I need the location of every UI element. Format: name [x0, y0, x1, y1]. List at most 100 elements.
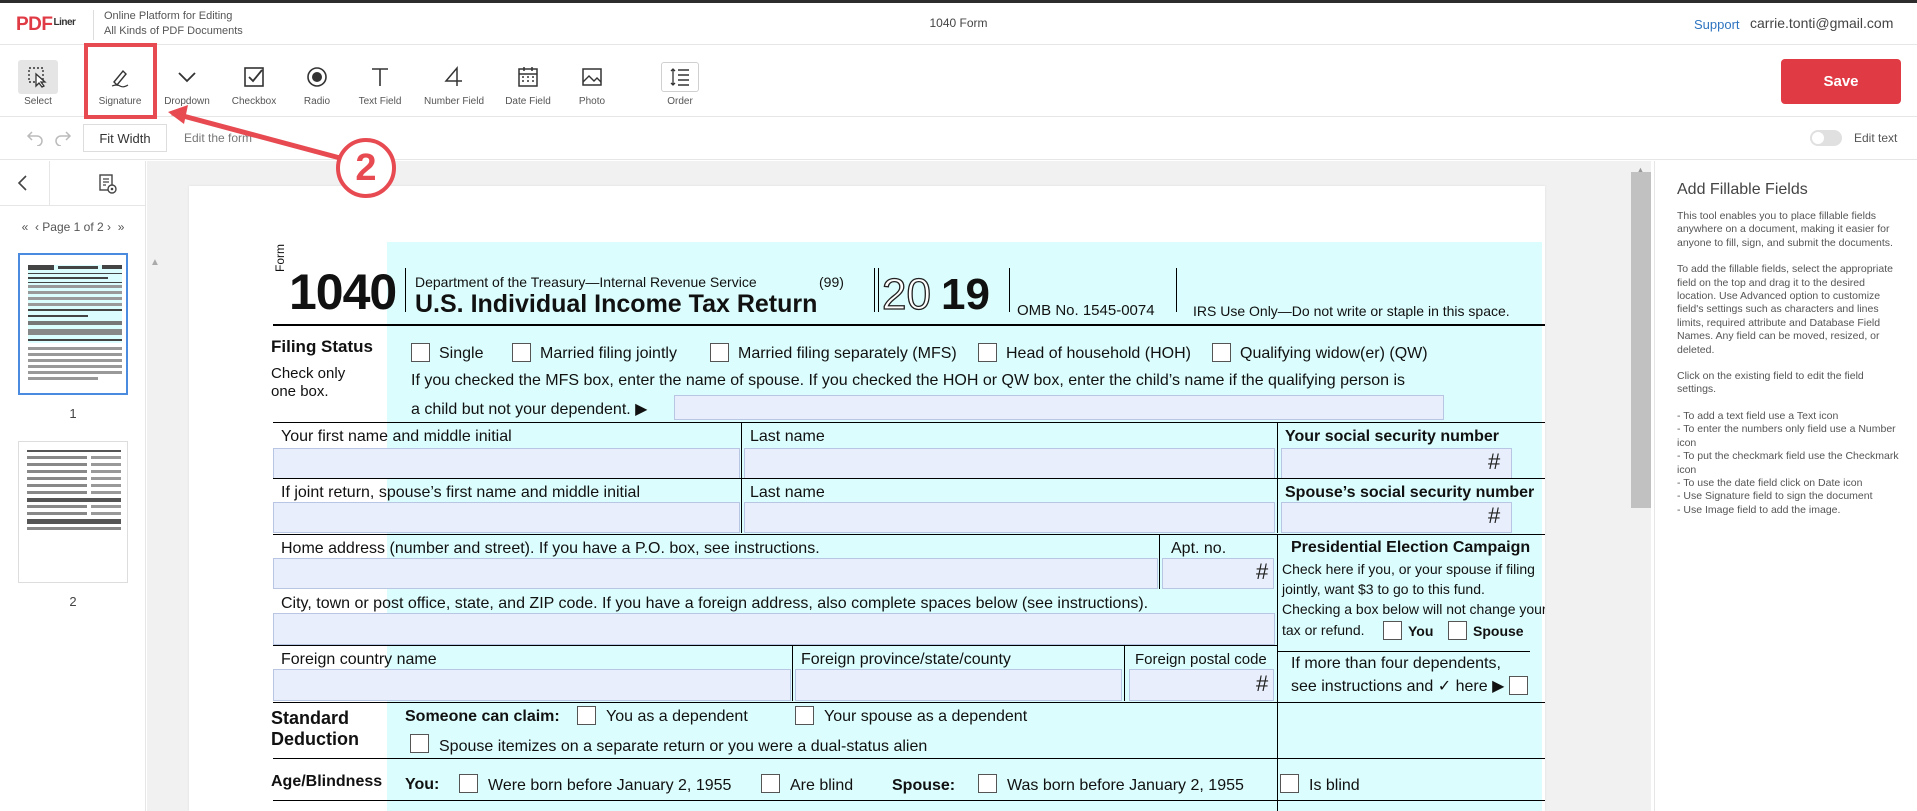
rule: [273, 324, 1545, 326]
checkbox-pec-you[interactable]: [1383, 621, 1402, 640]
more-dependents-2: see instructions and ✓ here ▶: [1291, 678, 1505, 695]
fs-single: Single: [439, 345, 484, 362]
pec-you-label: You: [1408, 623, 1434, 639]
pec-title: Presidential Election Campaign: [1291, 539, 1531, 556]
foreign-postal-field[interactable]: [1129, 669, 1274, 701]
checkbox-single[interactable]: [411, 343, 430, 362]
help-tip: - To enter the numbers only field use a …: [1677, 423, 1896, 449]
page-sidebar: « ‹ Page 1 of 2 › » 1 2: [0, 161, 146, 811]
checkbox-spouse-blind[interactable]: [1280, 774, 1299, 793]
apt-label: Apt. no.: [1171, 540, 1227, 557]
page-thumbnail-1[interactable]: [18, 253, 128, 395]
age-blindness-label: Age/Blindness: [271, 773, 383, 790]
divider: [1277, 534, 1278, 811]
calendar-icon: [508, 60, 548, 94]
undo-icon[interactable]: [26, 130, 44, 151]
born-before-label: Were born before January 2, 1955: [488, 777, 732, 794]
redo-icon[interactable]: [54, 130, 72, 151]
tool-select-label: Select: [24, 96, 52, 107]
city-field[interactable]: [273, 613, 1275, 645]
help-tip: - Use Signature field to sign the docume…: [1677, 490, 1873, 503]
checkbox-pec-spouse[interactable]: [1448, 621, 1467, 640]
irs-use-only: IRS Use Only—Do not write or staple in t…: [1193, 303, 1510, 319]
help-panel-title: Add Fillable Fields: [1677, 181, 1808, 198]
tool-photo-label: Photo: [578, 96, 606, 107]
ssn-field[interactable]: [1281, 448, 1512, 479]
first-page-icon[interactable]: «: [22, 220, 29, 234]
tool-text-field[interactable]: Text Field: [348, 60, 412, 107]
checkbox-mfj[interactable]: [512, 343, 531, 362]
pec-line2: jointly, want $3 to go to this fund.: [1282, 581, 1485, 597]
spouse-born-label: Was born before January 2, 1955: [1007, 777, 1244, 794]
page-settings-icon[interactable]: [96, 173, 118, 200]
tool-date-field-label: Date Field: [505, 96, 551, 107]
first-name-field[interactable]: [273, 448, 740, 479]
last-page-icon[interactable]: »: [118, 220, 125, 234]
last-name-label: Last name: [750, 428, 825, 445]
user-email[interactable]: carrie.tonti@gmail.com: [1750, 15, 1893, 31]
divider: [1159, 534, 1160, 589]
tool-number-field-label: Number Field: [423, 96, 485, 107]
someone-can-claim: Someone can claim:: [405, 708, 560, 725]
std-deduction-1: Standard: [271, 708, 350, 728]
rule: [273, 534, 1545, 535]
checkbox-hoh[interactable]: [978, 343, 997, 362]
tool-number-field[interactable]: Number Field: [421, 60, 487, 107]
year-bold: 19: [941, 270, 990, 319]
support-link[interactable]: Support: [1694, 17, 1740, 32]
next-page-icon[interactable]: ›: [107, 220, 114, 234]
form-word: Form: [273, 244, 287, 272]
tool-select[interactable]: Select: [6, 60, 70, 107]
checkbox-qw[interactable]: [1212, 343, 1231, 362]
edit-text-toggle[interactable]: [1810, 130, 1842, 146]
number-field-icon: #: [1488, 449, 1501, 474]
page-thumbnail-2[interactable]: [18, 441, 128, 583]
chevron-left-icon[interactable]: [16, 174, 30, 197]
checkbox-you-dependent[interactable]: [577, 706, 596, 725]
mfs-instruction-1: If you checked the MFS box, enter the na…: [411, 372, 1405, 389]
tool-order[interactable]: Order: [648, 60, 712, 107]
prev-page-icon[interactable]: ‹: [32, 220, 39, 234]
pec-line4: tax or refund.: [1282, 622, 1365, 638]
rule: [273, 478, 1545, 479]
dependents-header-clipped: [271, 803, 671, 811]
canvas-scrollbar-thumb[interactable]: [1631, 172, 1651, 508]
home-address-field[interactable]: [273, 558, 1158, 589]
mfs-name-field[interactable]: [674, 395, 1444, 420]
help-tip: - Use Image field to add the image.: [1677, 503, 1841, 516]
tool-date-field[interactable]: Date Field: [496, 60, 560, 107]
foreign-postal-label: Foreign postal code: [1135, 651, 1267, 668]
checkbox-more-dependents[interactable]: [1509, 676, 1528, 695]
image-icon: [572, 60, 612, 94]
spouse-ssn-field[interactable]: [1281, 502, 1512, 533]
divider: [874, 268, 875, 312]
save-button[interactable]: Save: [1781, 59, 1901, 104]
checkbox-spouse-dependent[interactable]: [795, 706, 814, 725]
foreign-country-label: Foreign country name: [281, 651, 437, 668]
dept-text: Department of the Treasury—Internal Reve…: [415, 274, 757, 290]
filing-status-label: Filing Status: [271, 337, 373, 356]
spouse-last-name-field[interactable]: [744, 502, 1275, 533]
checkbox-mfs[interactable]: [710, 343, 729, 362]
tool-order-label: Order: [667, 96, 693, 107]
rule: [273, 422, 1545, 423]
thumbnail-preview: [27, 450, 121, 530]
tool-photo[interactable]: Photo: [560, 60, 624, 107]
foreign-country-field[interactable]: [273, 669, 791, 701]
pdf-page-1[interactable]: Form 1040 Department of the Treasury—Int…: [189, 186, 1545, 811]
home-address-label: Home address (number and street). If you…: [281, 540, 820, 557]
checkbox-spouse-born-before[interactable]: [978, 774, 997, 793]
number-field-icon: #: [1256, 671, 1269, 696]
omb-number: OMB No. 1545-0074: [1017, 302, 1155, 319]
zoom-select[interactable]: Fit Width: [83, 124, 167, 152]
sidebar-top: [0, 161, 146, 206]
checkbox-spouse-itemizes[interactable]: [410, 734, 429, 753]
thumb-scroll-up-icon[interactable]: ▲: [150, 257, 160, 268]
you-dependent-label: You as a dependent: [606, 708, 748, 725]
foreign-province-field[interactable]: [795, 669, 1122, 701]
checkbox-you-blind[interactable]: [761, 774, 780, 793]
checkbox-you-born-before[interactable]: [459, 774, 478, 793]
spouse-first-name-field[interactable]: [273, 502, 740, 533]
year-outline: 20: [881, 269, 931, 319]
last-name-field[interactable]: [744, 448, 1275, 479]
